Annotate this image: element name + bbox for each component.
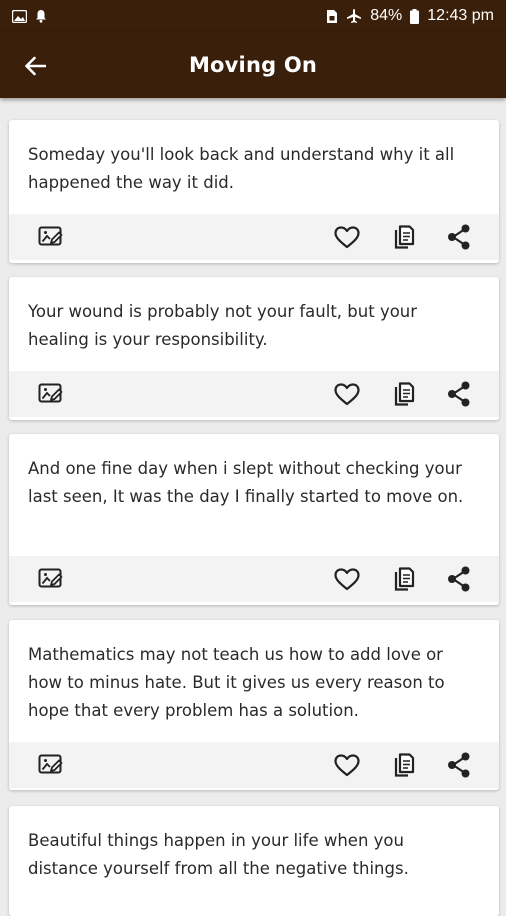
quote-actions	[9, 371, 499, 417]
edit-image-icon	[38, 754, 63, 774]
status-bar: 84% 12:43 pm	[0, 0, 506, 32]
quote-actions	[9, 214, 499, 260]
copy-button[interactable]	[384, 742, 424, 788]
quote-card: Your wound is probably not your fault, b…	[9, 277, 499, 420]
airplane-mode-icon	[346, 8, 362, 24]
copy-icon	[394, 381, 415, 406]
copy-button[interactable]	[384, 556, 424, 602]
battery-icon	[410, 8, 420, 24]
quote-actions	[9, 742, 499, 788]
copy-icon	[394, 566, 415, 591]
page-title: Moving On	[188, 53, 318, 77]
favorite-button[interactable]	[327, 214, 367, 260]
edit-image-button[interactable]	[31, 556, 71, 602]
share-button[interactable]	[439, 214, 479, 260]
share-icon	[448, 752, 470, 778]
copy-button[interactable]	[384, 371, 424, 417]
favorite-button[interactable]	[327, 556, 367, 602]
edit-image-icon	[38, 226, 63, 246]
copy-button[interactable]	[384, 214, 424, 260]
edit-image-icon	[38, 383, 63, 403]
share-icon	[448, 224, 470, 250]
quote-text: Mathematics may not teach us how to add …	[28, 645, 445, 720]
copy-icon	[394, 752, 415, 777]
bell-notification-icon	[35, 9, 47, 23]
quote-text: And one fine day when i slept without ch…	[28, 459, 464, 506]
quote-card: Someday you'll look back and understand …	[9, 120, 499, 263]
share-icon	[448, 566, 470, 592]
quote-card: Mathematics may not teach us how to add …	[9, 620, 499, 790]
share-button[interactable]	[439, 556, 479, 602]
heart-icon	[334, 567, 360, 590]
gallery-notification-icon	[12, 9, 27, 23]
favorite-button[interactable]	[327, 371, 367, 417]
copy-icon	[394, 224, 415, 249]
heart-icon	[334, 225, 360, 248]
heart-icon	[334, 753, 360, 776]
edit-image-icon	[38, 568, 63, 588]
edit-image-button[interactable]	[31, 742, 71, 788]
edit-image-button[interactable]	[31, 214, 71, 260]
share-icon	[448, 381, 470, 407]
favorite-button[interactable]	[327, 742, 367, 788]
quote-actions	[9, 556, 499, 602]
battery-percentage: 84%	[370, 7, 403, 24]
quote-card: And one fine day when i slept without ch…	[9, 434, 499, 605]
heart-icon	[334, 382, 360, 405]
sim-icon	[326, 9, 338, 24]
quote-text: Beautiful things happen in your life whe…	[28, 831, 409, 878]
quote-text: Your wound is probably not your fault, b…	[28, 302, 418, 349]
clock: 12:43 pm	[427, 7, 494, 24]
edit-image-button[interactable]	[31, 371, 71, 417]
share-button[interactable]	[439, 742, 479, 788]
app-bar: Moving On	[0, 32, 506, 98]
quote-text: Someday you'll look back and understand …	[28, 145, 455, 192]
share-button[interactable]	[439, 371, 479, 417]
